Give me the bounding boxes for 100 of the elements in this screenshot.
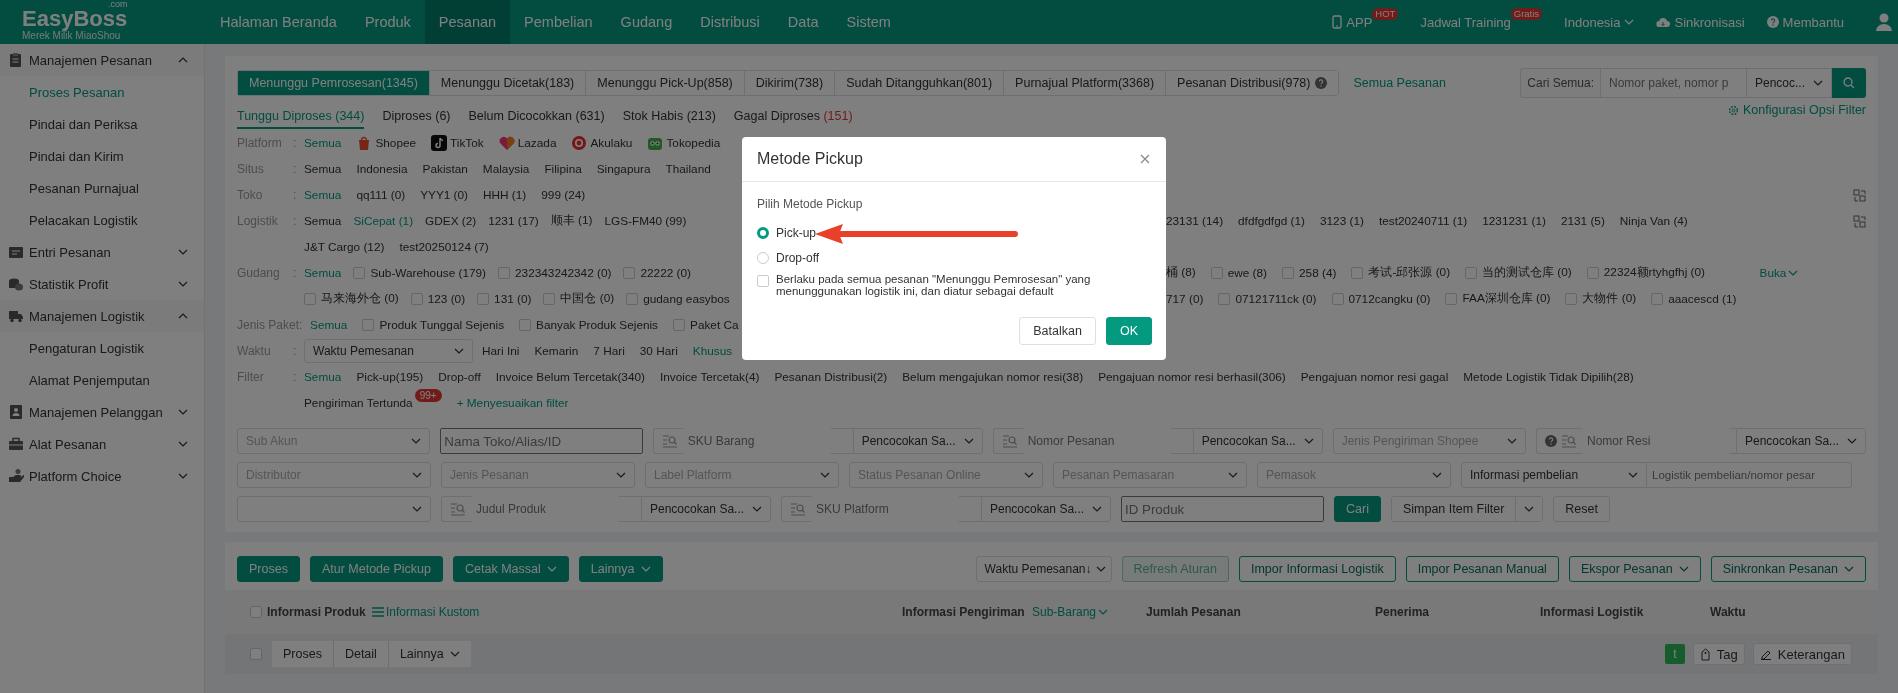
filter-option[interactable]: Semua xyxy=(304,214,342,228)
filter-option[interactable]: 2131 (5) xyxy=(1560,214,1605,228)
action-button[interactable]: Lainnya xyxy=(578,556,663,582)
platform-option[interactable]: TikTok xyxy=(450,136,484,150)
nav-tab[interactable]: Pembelian xyxy=(510,0,607,44)
filter-option[interactable]: Pakistan xyxy=(422,162,468,176)
checkbox[interactable] xyxy=(353,267,366,279)
filter-option[interactable]: Pick-up(195) xyxy=(356,370,424,384)
sidebar-item[interactable]: Pindai dan Kirim xyxy=(0,140,204,172)
match-select[interactable]: Pencocokan Sa... xyxy=(641,496,771,522)
close-button[interactable] xyxy=(1138,152,1152,166)
search-button[interactable]: Cari xyxy=(1334,496,1381,522)
filter-option[interactable]: 999 (24) xyxy=(541,188,586,202)
sidebar-group[interactable]: Manajemen Logistik xyxy=(0,300,204,332)
filter-option[interactable]: Semua xyxy=(304,266,342,280)
order-action-button[interactable]: Lainnya xyxy=(388,641,471,667)
sidebar-group[interactable]: Manajemen Pelanggan xyxy=(0,396,204,428)
checkbox[interactable] xyxy=(250,648,262,660)
filter-option[interactable]: 桶 (8) xyxy=(1166,265,1196,281)
checkbox[interactable] xyxy=(757,275,769,287)
sidebar-group[interactable]: Entri Pesanan xyxy=(0,236,204,268)
nav-tab[interactable]: Data xyxy=(773,0,833,44)
nav-tab[interactable]: Sistem xyxy=(832,0,905,44)
filter-option[interactable]: Pengajuan nomor resi gagal xyxy=(1300,370,1449,384)
checkbox[interactable] xyxy=(1586,267,1599,279)
filter-option[interactable]: Semua xyxy=(304,370,342,384)
checkbox[interactable] xyxy=(362,319,375,331)
nav-tab[interactable]: Halaman Beranda xyxy=(206,0,351,44)
sidebar-group[interactable]: Manajemen Pesanan xyxy=(0,44,204,76)
checkbox[interactable] xyxy=(410,293,423,305)
filter-config-link[interactable]: Konfigurasi Opsi Filter xyxy=(1743,103,1866,117)
filter-option[interactable]: Thailand xyxy=(665,162,711,176)
filter-option[interactable]: 顺丰 (1) xyxy=(550,213,593,229)
language-dropdown[interactable]: Indonesia xyxy=(1564,14,1635,30)
filter-option[interactable]: test20250124 (7) xyxy=(399,240,489,254)
nav-tab[interactable]: Distribusi xyxy=(686,0,774,44)
sidebar-item[interactable]: Alamat Penjemputan xyxy=(0,364,204,396)
checkbox[interactable] xyxy=(519,319,532,331)
nav-tab[interactable]: Pesanan xyxy=(424,0,511,44)
checkbox[interactable] xyxy=(1210,267,1223,279)
sidebar-item[interactable]: Proses Pesanan xyxy=(0,76,204,108)
checkbox[interactable] xyxy=(1445,293,1458,305)
filter-option[interactable]: Pengajuan nomor resi berhasil(306) xyxy=(1098,370,1286,384)
platform-option[interactable]: Lazada xyxy=(517,136,557,150)
sub-tab[interactable]: Stok Habis (213) xyxy=(622,109,716,129)
checkbox[interactable] xyxy=(626,293,639,305)
filter-option[interactable]: Kemarin xyxy=(534,344,579,358)
filter-option[interactable]: GDEX (2) xyxy=(425,214,477,228)
sidebar-group[interactable]: Statistik Profit xyxy=(0,268,204,300)
filter-option[interactable]: 1231231 (1) xyxy=(1482,214,1546,228)
filter-option[interactable]: 3123 (1) xyxy=(1319,214,1364,228)
filter-option[interactable]: YYY1 (0) xyxy=(420,188,468,202)
action-button[interactable]: Impor Pesanan Manual xyxy=(1405,556,1559,582)
filter-option[interactable]: Filipina xyxy=(544,162,582,176)
search-field[interactable]: SKU Barang xyxy=(652,428,853,454)
expand-link[interactable]: Buka xyxy=(1759,266,1799,280)
platform-option[interactable]: Akulaku xyxy=(590,136,633,150)
checkbox[interactable] xyxy=(1218,293,1231,305)
filter-option[interactable]: Invoice Tercetak(4) xyxy=(659,370,760,384)
checkbox[interactable] xyxy=(1331,293,1344,305)
sidebar-item[interactable]: Pindai dan Periksa xyxy=(0,108,204,140)
tag-button[interactable]: Tag xyxy=(1692,643,1745,665)
checkbox[interactable] xyxy=(1351,267,1364,279)
search-field[interactable]: Nomor paket, nomor p xyxy=(1600,68,1747,98)
filter-option[interactable]: Metode Logistik Tidak Dipilih(28) xyxy=(1463,370,1634,384)
sort-select[interactable]: Waktu Pemesanan↓ xyxy=(975,556,1112,582)
filter-option[interactable]: Pesanan Distribusi(2) xyxy=(774,370,888,384)
all-orders-link[interactable]: Semua Pesanan xyxy=(1353,76,1446,90)
select-field[interactable]: Informasi pembelian xyxy=(1461,462,1647,488)
filter-option[interactable]: Semua xyxy=(304,188,342,202)
nav-tab[interactable]: Produk xyxy=(350,0,425,44)
filter-option[interactable]: 7 Hari xyxy=(593,344,625,358)
search-field[interactable]: Judul Produk xyxy=(441,496,641,522)
custom-info-link[interactable]: Informasi Kustom xyxy=(372,605,902,619)
filter-option[interactable]: Indonesia xyxy=(356,162,408,176)
select-field[interactable] xyxy=(237,496,431,522)
filter-option[interactable]: 23131 (14) xyxy=(1166,214,1224,228)
sidebar-item[interactable]: Pelacakan Logistik xyxy=(0,204,204,236)
filter-option[interactable]: Hari Ini xyxy=(482,344,520,358)
checkbox[interactable] xyxy=(623,267,636,279)
sub-tab[interactable]: Diproses (6) xyxy=(382,109,451,129)
training-link[interactable]: Jadwal Training xyxy=(1420,14,1511,30)
checkbox[interactable] xyxy=(543,293,556,305)
input-field[interactable]: ID Produk xyxy=(1121,496,1324,522)
dropdown-button[interactable] xyxy=(1515,497,1543,521)
action-button[interactable]: Cetak Massal xyxy=(453,556,569,582)
filter-option[interactable]: Semua xyxy=(304,162,342,176)
platform-option[interactable]: Tokopedia xyxy=(666,136,721,150)
order-action-button[interactable]: Detail xyxy=(333,641,389,667)
filter-option[interactable]: Drop-off xyxy=(438,370,481,384)
action-button[interactable]: Atur Metode Pickup xyxy=(309,556,443,582)
order-action-button[interactable]: Proses xyxy=(272,641,334,667)
filter-option[interactable]: SiCepat (1) xyxy=(353,214,414,228)
app-link[interactable]: APP xyxy=(1346,14,1373,30)
reset-button[interactable]: Reset xyxy=(1553,496,1610,522)
search-field[interactable]: SKU Platform xyxy=(781,496,981,522)
nav-tab[interactable]: Gudang xyxy=(606,0,687,44)
filter-option[interactable]: Khusus xyxy=(692,344,733,358)
filter-option[interactable]: Semua xyxy=(304,136,342,150)
checkbox[interactable] xyxy=(250,606,262,618)
